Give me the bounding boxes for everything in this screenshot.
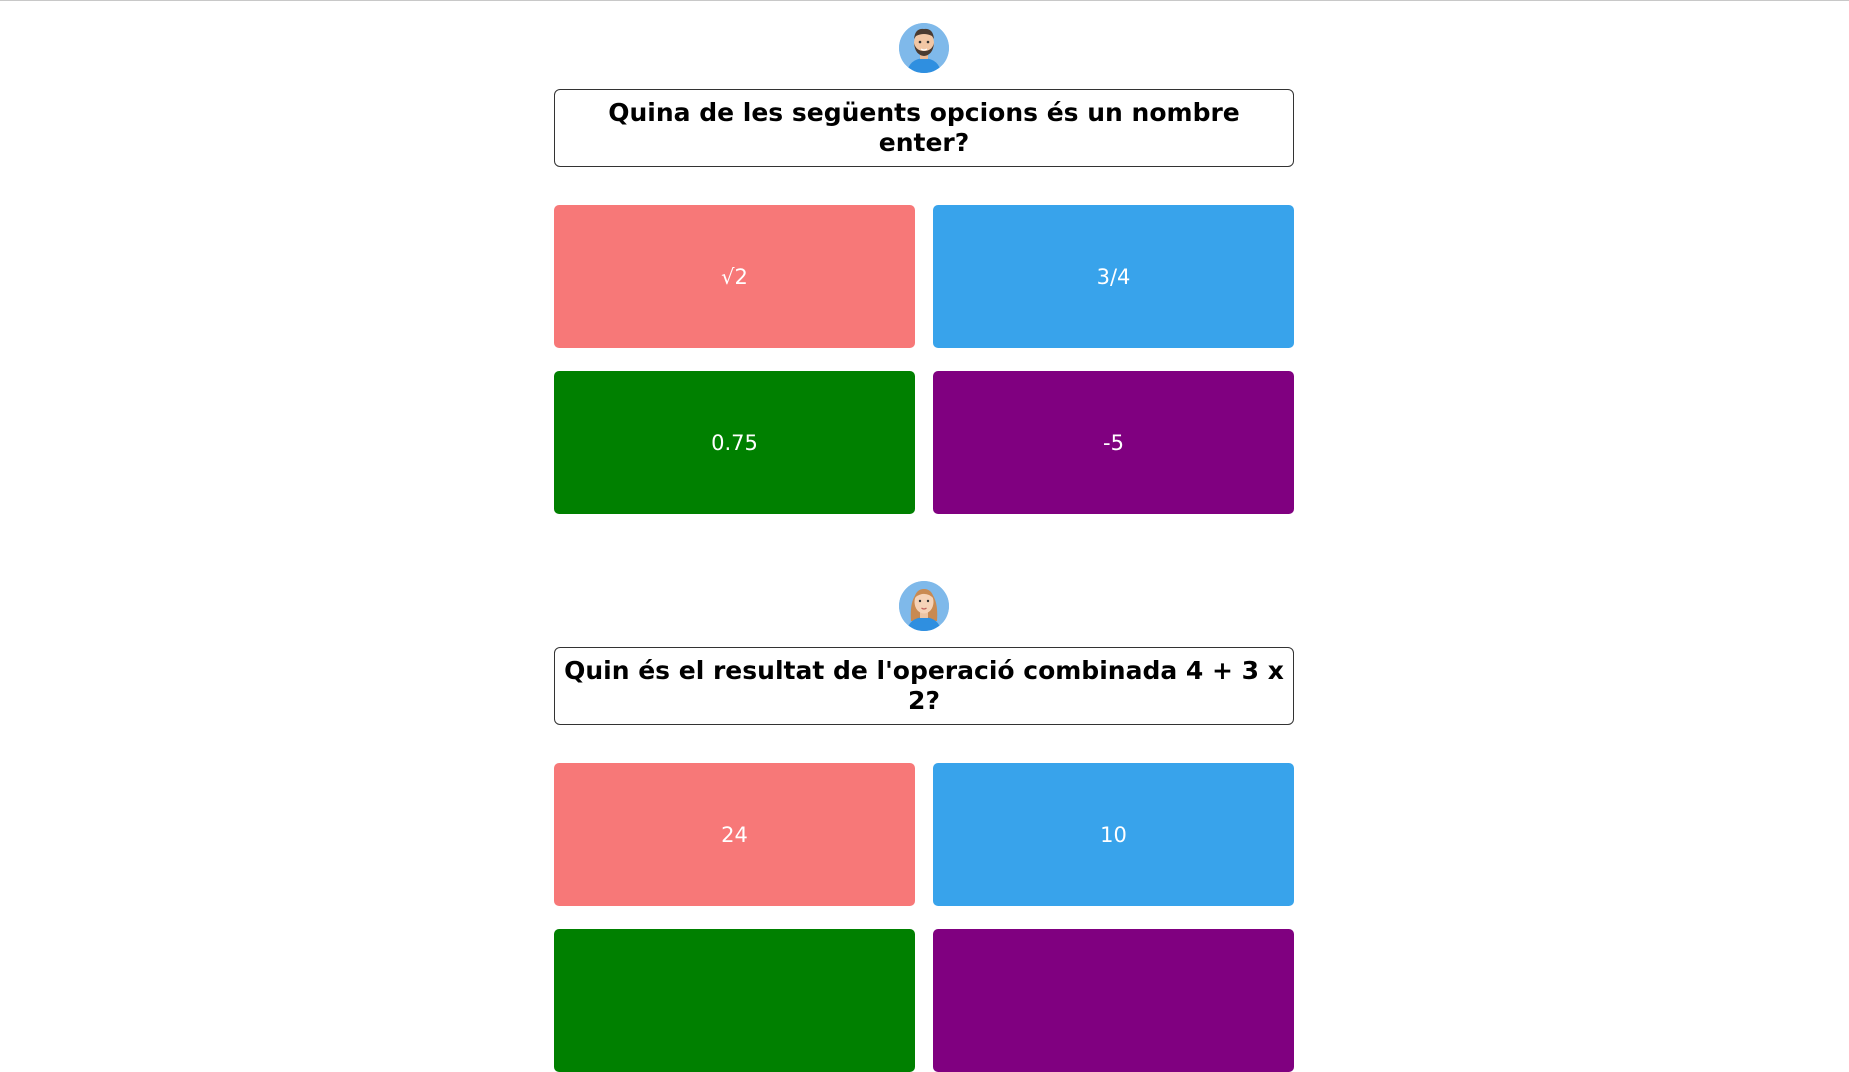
answer-grid: 24 10: [554, 763, 1294, 1072]
quiz-page: Quina de les següents opcions és un nomb…: [0, 0, 1849, 1072]
woman-avatar-icon: [899, 581, 949, 631]
avatar-container: [554, 23, 1294, 75]
question-card: Quina de les següents opcions és un nomb…: [554, 23, 1294, 514]
answer-button-purple[interactable]: -5: [933, 371, 1294, 514]
answer-grid: √2 3/4 0.75 -5: [554, 205, 1294, 514]
answer-button-green[interactable]: [554, 929, 915, 1072]
question-text: Quina de les següents opcions és un nomb…: [554, 89, 1294, 167]
answer-button-red[interactable]: 24: [554, 763, 915, 906]
question-card: Quin és el resultat de l'operació combin…: [554, 581, 1294, 1072]
answer-button-red[interactable]: √2: [554, 205, 915, 348]
answer-button-blue[interactable]: 10: [933, 763, 1294, 906]
answer-button-green[interactable]: 0.75: [554, 371, 915, 514]
avatar-container: [554, 581, 1294, 633]
answer-button-blue[interactable]: 3/4: [933, 205, 1294, 348]
man-with-beard-avatar-icon: [899, 23, 949, 73]
answer-button-purple[interactable]: [933, 929, 1294, 1072]
question-text: Quin és el resultat de l'operació combin…: [554, 647, 1294, 725]
